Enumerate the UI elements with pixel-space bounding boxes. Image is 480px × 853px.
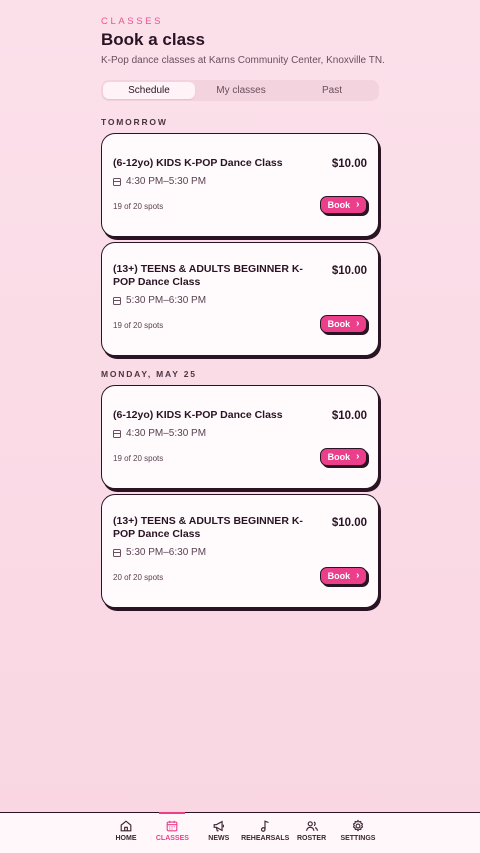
class-time: 5:30 PM–6:30 PM (113, 547, 206, 558)
page-subtitle: K-Pop dance classes at Karns Community C… (101, 55, 385, 66)
book-button[interactable]: Book › (320, 196, 367, 214)
tab-schedule[interactable]: Schedule (103, 82, 195, 99)
class-price: $10.00 (331, 410, 367, 422)
section-eyebrow: CLASSES (101, 16, 164, 27)
class-time: 5:30 PM–6:30 PM (113, 295, 206, 306)
nav-label: SETTINGS (340, 835, 376, 842)
book-button[interactable]: Book › (320, 448, 367, 466)
nav-label: ROSTER (296, 835, 327, 842)
class-time-text: 5:30 PM–6:30 PM (126, 547, 207, 558)
class-time: 4:30 PM–5:30 PM (113, 428, 206, 439)
class-price: $10.00 (331, 265, 367, 277)
calendar-icon (113, 177, 121, 186)
chevron-right-icon: › (356, 199, 360, 210)
page-title: Book a class (101, 30, 205, 49)
class-spots: 20 of 20 spots (113, 573, 164, 582)
book-button-label: Book (327, 571, 351, 581)
calendar-icon (113, 429, 121, 438)
nav-rehearsals[interactable]: REHEARSALS (241, 813, 290, 853)
class-spots: 19 of 20 spots (113, 321, 164, 330)
book-button-label: Book (327, 452, 351, 462)
section-label-tomorrow: TOMORROW (101, 117, 168, 127)
calendar-icon (113, 548, 121, 557)
class-spots: 19 of 20 spots (113, 202, 164, 211)
calendar-icon (113, 296, 121, 305)
class-time-text: 5:30 PM–6:30 PM (126, 295, 207, 306)
nav-roster[interactable]: ROSTER (289, 813, 335, 853)
class-title: (13+) TEENS & ADULTS BEGINNER K-POP Danc… (113, 515, 303, 540)
class-time: 4:30 PM–5:30 PM (113, 176, 206, 187)
class-title: (13+) TEENS & ADULTS BEGINNER K-POP Danc… (113, 263, 303, 288)
chevron-right-icon: › (356, 451, 360, 462)
class-time-text: 4:30 PM–5:30 PM (126, 428, 207, 439)
class-card: (6-12yo) KIDS K-POP Dance Class $10.00 4… (101, 385, 379, 489)
class-spots: 19 of 20 spots (113, 454, 164, 463)
class-title: (6-12yo) KIDS K-POP Dance Class (113, 157, 283, 169)
chevron-right-icon: › (356, 318, 360, 329)
tab-bar: Schedule My classes Past (101, 80, 379, 101)
class-price: $10.00 (331, 517, 367, 529)
class-card: (13+) TEENS & ADULTS BEGINNER K-POP Danc… (101, 242, 379, 356)
book-button[interactable]: Book › (320, 567, 367, 585)
class-price: $10.00 (331, 158, 367, 170)
nav-home[interactable]: HOME (103, 813, 149, 853)
chevron-right-icon: › (356, 570, 360, 581)
nav-label: NEWS (208, 835, 230, 842)
tab-past[interactable]: Past (287, 82, 377, 99)
home-icon (120, 820, 132, 832)
gear-icon (352, 819, 364, 832)
users-icon (305, 821, 318, 831)
nav-classes[interactable]: CLASSES (149, 811, 195, 853)
section-label-monday: MONDAY, MAY 25 (101, 369, 197, 379)
class-card: (6-12yo) KIDS K-POP Dance Class $10.00 4… (101, 133, 379, 237)
nav-label: HOME (115, 835, 137, 842)
bottom-nav: HOME CLASSES NEWS REHEARSALS ROSTER SETT… (0, 811, 480, 853)
class-time-text: 4:30 PM–5:30 PM (126, 176, 207, 187)
music-note-icon (261, 820, 269, 832)
megaphone-icon (213, 820, 224, 832)
nav-news[interactable]: NEWS (196, 813, 242, 853)
nav-label: CLASSES (155, 835, 189, 842)
calendar-icon (167, 820, 178, 832)
book-button-label: Book (327, 200, 351, 210)
class-title: (6-12yo) KIDS K-POP Dance Class (113, 409, 283, 421)
tab-my-classes[interactable]: My classes (195, 82, 287, 99)
nav-label: REHEARSALS (241, 835, 290, 842)
nav-settings[interactable]: SETTINGS (335, 813, 381, 853)
book-button[interactable]: Book › (320, 315, 367, 333)
book-button-label: Book (327, 319, 351, 329)
class-card: (13+) TEENS & ADULTS BEGINNER K-POP Danc… (101, 494, 379, 608)
